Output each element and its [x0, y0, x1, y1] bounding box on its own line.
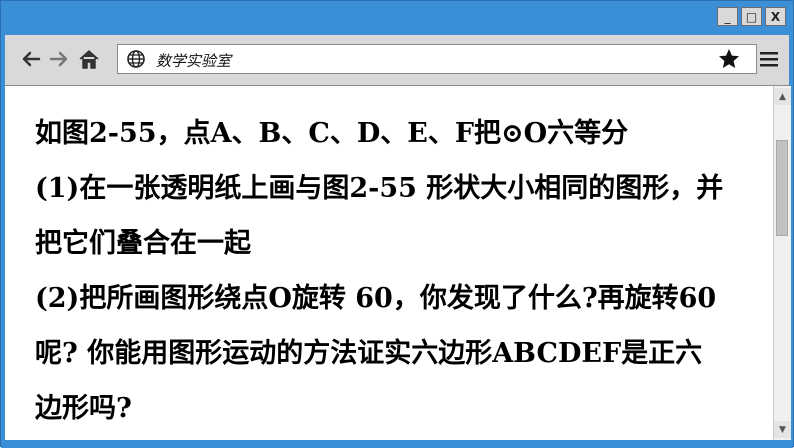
maximize-button[interactable]: □	[741, 7, 762, 26]
hamburger-menu-icon[interactable]	[757, 47, 781, 71]
back-arrow-icon	[22, 51, 41, 67]
vertical-scrollbar[interactable]: ▲ ▼	[773, 86, 791, 440]
text-line: (2)把所画图形绕点O旋转 60，你发现了什么?再旋转60	[35, 283, 717, 314]
text-line: (1)在一张透明纸上画与图2-55 形状大小相同的图形，并	[35, 173, 724, 204]
scroll-down-button[interactable]: ▼	[774, 421, 791, 438]
title-bar: _ □ X	[1, 1, 793, 35]
text-line: 边形吗?	[35, 393, 132, 424]
address-bar[interactable]: 数学实验室	[117, 44, 757, 74]
star-icon[interactable]	[717, 47, 741, 71]
forward-arrow-icon	[49, 51, 68, 67]
close-button[interactable]: X	[765, 7, 786, 26]
back-button[interactable]	[19, 47, 43, 71]
forward-button[interactable]	[47, 47, 71, 71]
home-button[interactable]	[77, 47, 101, 71]
page-content: 如图2-55，点A、B、C、D、E、F把⊙O六等分 (1)在一张透明纸上画与图2…	[5, 86, 773, 440]
browser-window: _ □ X 数学实验室 如图2-55，点A、B、C、D、E、F把⊙O六等分 (1…	[0, 0, 794, 448]
minimize-button[interactable]: _	[717, 7, 738, 26]
address-text: 数学实验室	[156, 52, 232, 70]
globe-icon	[127, 50, 145, 68]
text-block: 如图2-55，点A、B、C、D、E、F把⊙O六等分 (1)在一张透明纸上画与图2…	[35, 106, 765, 436]
text-line: 如图2-55，点A、B、C、D、E、F把⊙O六等分	[35, 118, 629, 149]
text-line: 呢? 你能用图形运动的方法证实六边形ABCDEF是正六	[35, 338, 703, 369]
text-line: 把它们叠合在一起	[35, 228, 251, 259]
home-icon	[79, 50, 99, 69]
browser-toolbar: 数学实验室	[5, 35, 789, 86]
scroll-thumb[interactable]	[776, 140, 788, 236]
scroll-up-button[interactable]: ▲	[774, 88, 791, 105]
